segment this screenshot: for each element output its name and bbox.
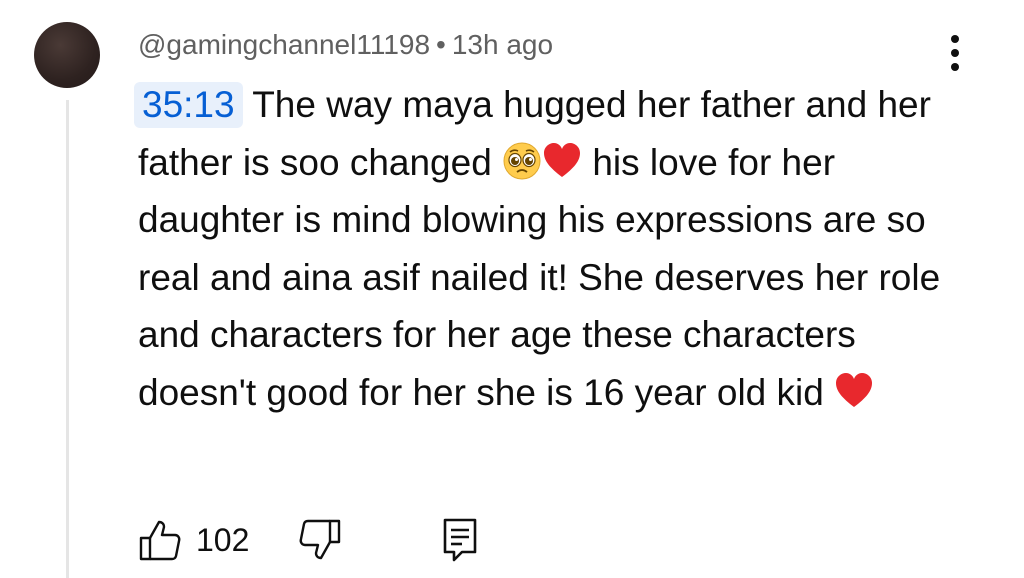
more-options-button[interactable] <box>940 30 970 76</box>
reply-button[interactable] <box>440 512 480 568</box>
like-button[interactable]: 102 <box>138 512 249 568</box>
comment: @gamingchannel11198 • 13h ago 35:13 The wa… <box>0 0 1024 578</box>
more-vert-icon <box>951 35 959 71</box>
pleading-face-emoji-icon <box>503 142 541 179</box>
red-heart-emoji-icon <box>544 142 581 177</box>
dislike-button[interactable] <box>298 512 342 568</box>
avatar[interactable] <box>34 22 100 88</box>
comment-meta: @gamingchannel11198 • 13h ago <box>138 28 553 62</box>
thumb-up-icon <box>139 520 181 561</box>
meta-separator: • <box>436 29 446 60</box>
timestamp-link[interactable]: 35:13 <box>134 82 243 128</box>
thumb-down-icon <box>299 519 341 560</box>
thread-line <box>66 100 69 578</box>
like-count: 102 <box>196 521 250 558</box>
comment-text: 35:13 The way maya hugged her father and… <box>134 76 958 421</box>
author-handle[interactable]: @gamingchannel11198 <box>138 29 430 60</box>
red-heart-emoji-icon <box>836 372 873 407</box>
reply-icon <box>443 518 477 562</box>
time-ago[interactable]: 13h ago <box>452 29 553 60</box>
